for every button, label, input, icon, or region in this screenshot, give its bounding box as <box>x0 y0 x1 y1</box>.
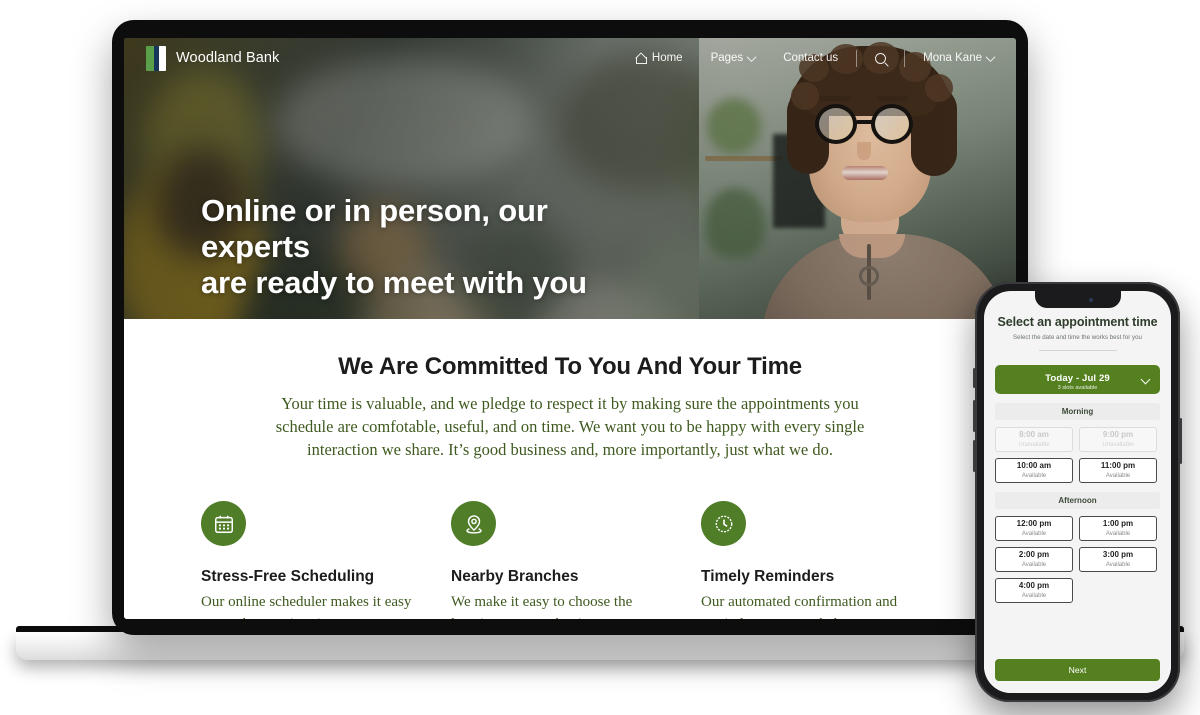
account-menu[interactable]: Mona Kane <box>909 51 996 64</box>
phone-silent-switch <box>973 368 976 388</box>
hero-title-line1: Online or in person, our experts <box>201 193 548 264</box>
time-slot-time: 3:00 pm <box>1102 550 1134 560</box>
feature-stress-free-scheduling: Stress-Free Scheduling Our online schedu… <box>201 501 451 619</box>
time-slot-status: Available <box>1105 561 1131 568</box>
map-pin-icon <box>451 501 496 547</box>
phone-volume-up-button <box>973 400 976 432</box>
time-slot-time: 10:00 am <box>1016 461 1052 471</box>
feature-text: Our online scheduler makes it easy to ge… <box>201 594 412 619</box>
nav-item-pages-label: Pages <box>710 52 744 64</box>
search-button[interactable] <box>861 52 900 64</box>
feature-title: Stress-Free Scheduling <box>201 568 375 586</box>
time-slot-status: Available <box>1021 472 1047 479</box>
time-slot-status: Available <box>1021 592 1047 599</box>
nav-links: Home Pages Contact us Mona Kane <box>622 49 996 67</box>
camera-icon <box>1088 297 1093 302</box>
nav-item-contact-us[interactable]: Contact us <box>769 52 852 64</box>
phone-power-button <box>1179 418 1182 464</box>
appointment-picker: Select an appointment time Select the da… <box>984 291 1171 603</box>
feature-text: Our automated confirmation and reminder … <box>701 594 898 619</box>
laptop-device: Woodland Bank Home Pages Contact us Mona… <box>112 20 1028 635</box>
time-slot[interactable]: 3:00 pm Available <box>1079 547 1157 572</box>
appointment-picker-title: Select an appointment time <box>997 315 1158 329</box>
time-slot-status: Unavailable <box>1102 441 1134 448</box>
time-slot-time: 1:00 pm <box>1102 519 1134 529</box>
time-slot-status: Available <box>1105 472 1131 479</box>
nav-divider <box>856 49 858 67</box>
feature-title: Timely Reminders <box>701 568 835 586</box>
account-name: Mona Kane <box>923 52 982 64</box>
section-heading-afternoon: Afternoon <box>995 492 1160 509</box>
home-icon <box>635 53 647 64</box>
time-slot[interactable]: 11:00 pm Available <box>1079 458 1157 483</box>
nav-item-home[interactable]: Home <box>622 52 697 64</box>
time-slot-status: Available <box>1021 530 1047 537</box>
time-slot-time: 12:00 pm <box>1016 519 1052 529</box>
time-slot[interactable]: 10:00 am Available <box>995 458 1073 483</box>
chevron-down-icon <box>1140 374 1151 385</box>
date-selector-label: Today - Jul 29 <box>1045 373 1110 385</box>
slot-grid-morning: 8:00 am Unavailable 9:00 pm Unavailable … <box>995 427 1160 483</box>
phone-device: Select an appointment time Select the da… <box>973 282 1182 702</box>
time-slot-time: 11:00 pm <box>1100 461 1136 471</box>
time-slot: 9:00 pm Unavailable <box>1079 427 1157 452</box>
screenshot-canvas: Woodland Bank Home Pages Contact us Mona… <box>0 0 1200 715</box>
time-slot-time: 8:00 am <box>1019 430 1049 440</box>
committed-section: We Are Committed To You And Your Time Yo… <box>124 319 1016 619</box>
time-slot-status: Unavailable <box>1018 441 1050 448</box>
time-slot[interactable]: 4:00 pm Available <box>995 578 1073 603</box>
time-slot[interactable]: 2:00 pm Available <box>995 547 1073 572</box>
appointment-picker-subtitle: Select the date and time the works best … <box>1013 334 1142 341</box>
feature-text: We make it easy to choose the location t… <box>451 594 633 619</box>
feature-title: Nearby Branches <box>451 568 579 586</box>
slot-grid-afternoon: 12:00 pm Available 1:00 pm Available 2:0… <box>995 516 1160 603</box>
chevron-down-icon <box>985 51 996 62</box>
chevron-down-icon <box>746 51 757 62</box>
date-selector-sublabel: 3 slots available <box>1057 385 1098 391</box>
time-slot: 8:00 am Unavailable <box>995 427 1073 452</box>
phone-screen: Select an appointment time Select the da… <box>984 291 1171 693</box>
calendar-icon <box>201 501 246 547</box>
time-slot-time: 2:00 pm <box>1018 550 1050 560</box>
committed-body: Your time is valuable, and we pledge to … <box>275 394 865 460</box>
time-slot-time: 9:00 pm <box>1102 430 1134 440</box>
features-row: Stress-Free Scheduling Our online schedu… <box>201 501 961 619</box>
nav-item-pages[interactable]: Pages <box>697 51 770 64</box>
clock-icon <box>701 501 746 547</box>
phone-volume-down-button <box>973 440 976 472</box>
laptop-screen: Woodland Bank Home Pages Contact us Mona… <box>124 38 1016 619</box>
feature-timely-reminders: Timely Reminders Our automated confirmat… <box>701 501 951 619</box>
time-slot[interactable]: 1:00 pm Available <box>1079 516 1157 541</box>
feature-nearby-branches: Nearby Branches We make it easy to choos… <box>451 501 701 619</box>
phone-notch <box>1034 291 1121 308</box>
hero-title-line2: are ready to meet with you <box>201 264 587 300</box>
brand-logo[interactable]: Woodland Bank <box>146 45 280 71</box>
time-slot-time: 4:00 pm <box>1018 581 1050 591</box>
time-slot-status: Available <box>1105 530 1131 537</box>
next-button[interactable]: Next <box>995 659 1160 681</box>
brand-name: Woodland Bank <box>176 50 280 66</box>
nav-divider <box>904 49 906 67</box>
hero-section: Woodland Bank Home Pages Contact us Mona… <box>124 38 1016 319</box>
search-icon <box>875 52 887 64</box>
divider <box>1038 350 1117 351</box>
site-navbar: Woodland Bank Home Pages Contact us Mona… <box>124 38 1016 78</box>
section-heading-morning: Morning <box>995 403 1160 420</box>
nav-item-home-label: Home <box>651 52 683 64</box>
date-selector[interactable]: Today - Jul 29 3 slots available <box>995 365 1160 394</box>
time-slot[interactable]: 12:00 pm Available <box>995 516 1073 541</box>
nav-item-contact-us-label: Contact us <box>783 52 839 64</box>
time-slot-status: Available <box>1021 561 1047 568</box>
woodland-bank-logo-icon <box>146 45 166 71</box>
hero-title: Online or in person, our experts are rea… <box>201 193 621 301</box>
committed-title: We Are Committed To You And Your Time <box>338 353 802 380</box>
hero-copy: Online or in person, our experts are rea… <box>201 193 621 319</box>
